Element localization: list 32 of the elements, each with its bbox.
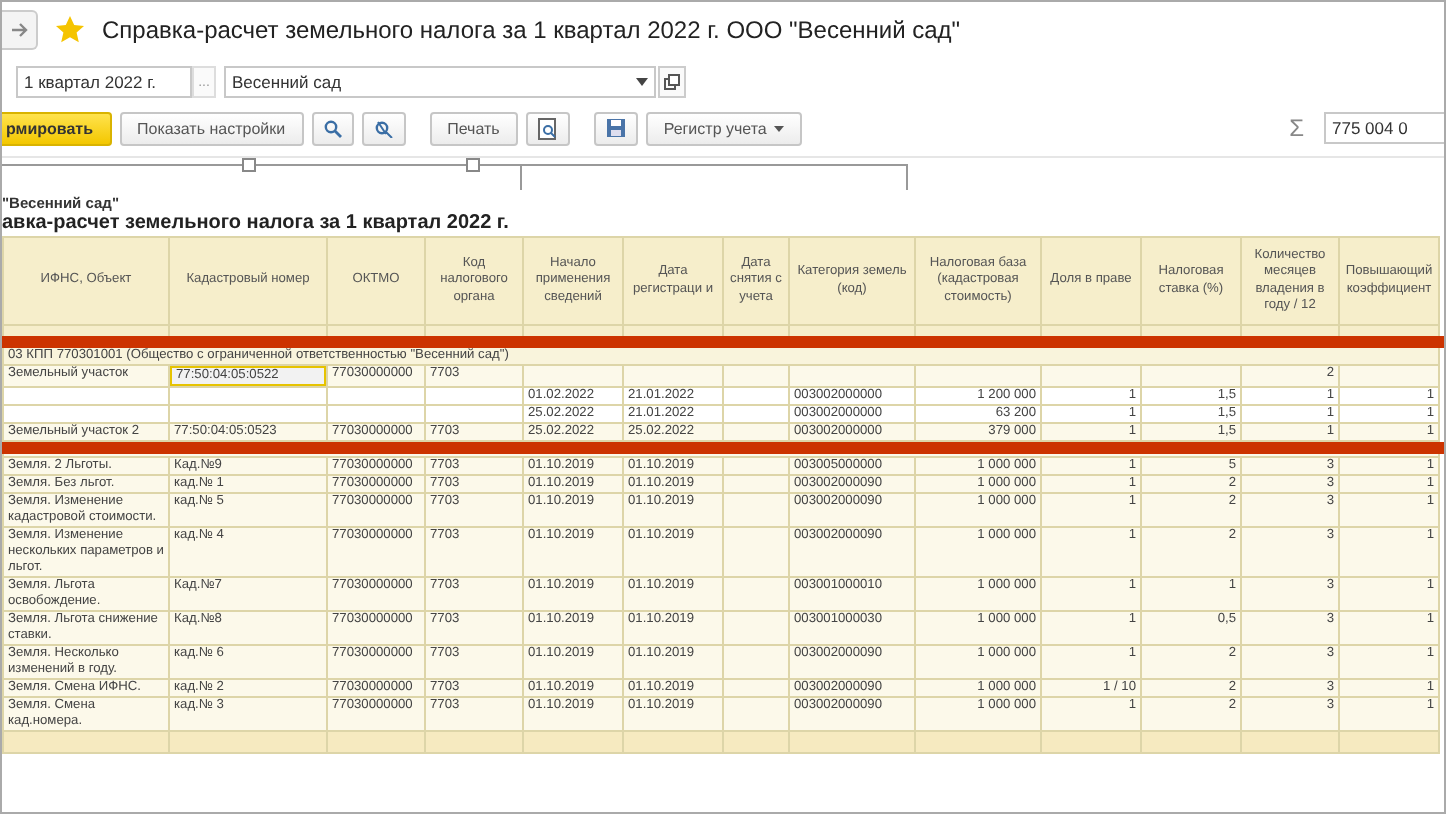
generate-button[interactable]: рмировать	[2, 111, 111, 145]
search-reset-button[interactable]	[361, 111, 406, 145]
sum-field: 775 004 0	[1324, 112, 1444, 144]
open-window-icon	[664, 74, 680, 90]
search-cancel-icon	[373, 119, 394, 137]
organization-field[interactable]: Весенний сад	[224, 66, 656, 98]
dropdown-icon[interactable]	[636, 78, 648, 86]
show-settings-button[interactable]: Показать настройки	[119, 111, 304, 145]
search-button[interactable]	[311, 111, 354, 145]
window-title: Справка-расчет земельного налога за 1 квартал 2022 г. ООО "Весенний сад"	[102, 16, 961, 44]
preview-button[interactable]	[525, 111, 570, 145]
star-icon[interactable]	[54, 14, 86, 46]
search-icon	[323, 119, 342, 137]
organization-value: Весенний сад	[232, 69, 342, 96]
table-cell	[723, 527, 789, 577]
collapse-icon[interactable]	[466, 158, 480, 172]
forward-button[interactable]	[2, 10, 38, 50]
forward-arrow-icon	[9, 22, 29, 38]
sum-icon: Σ	[1289, 114, 1304, 142]
save-button[interactable]	[593, 111, 638, 145]
collapse-icon[interactable]	[242, 158, 256, 172]
register-button[interactable]: Регистр учета	[645, 111, 803, 145]
table-cell	[723, 577, 789, 611]
caret-icon	[774, 125, 785, 131]
document-search-icon	[537, 117, 558, 139]
open-button[interactable]	[658, 66, 686, 98]
report-title: авка-расчет земельного налога за 1 квартал 2022 г.	[2, 212, 511, 236]
table-cell	[723, 493, 789, 527]
period-field[interactable]: 1 квартал 2022 г.	[16, 66, 192, 98]
print-button[interactable]: Печать	[429, 111, 518, 145]
table-cell	[723, 645, 789, 679]
table-cell	[723, 611, 789, 645]
